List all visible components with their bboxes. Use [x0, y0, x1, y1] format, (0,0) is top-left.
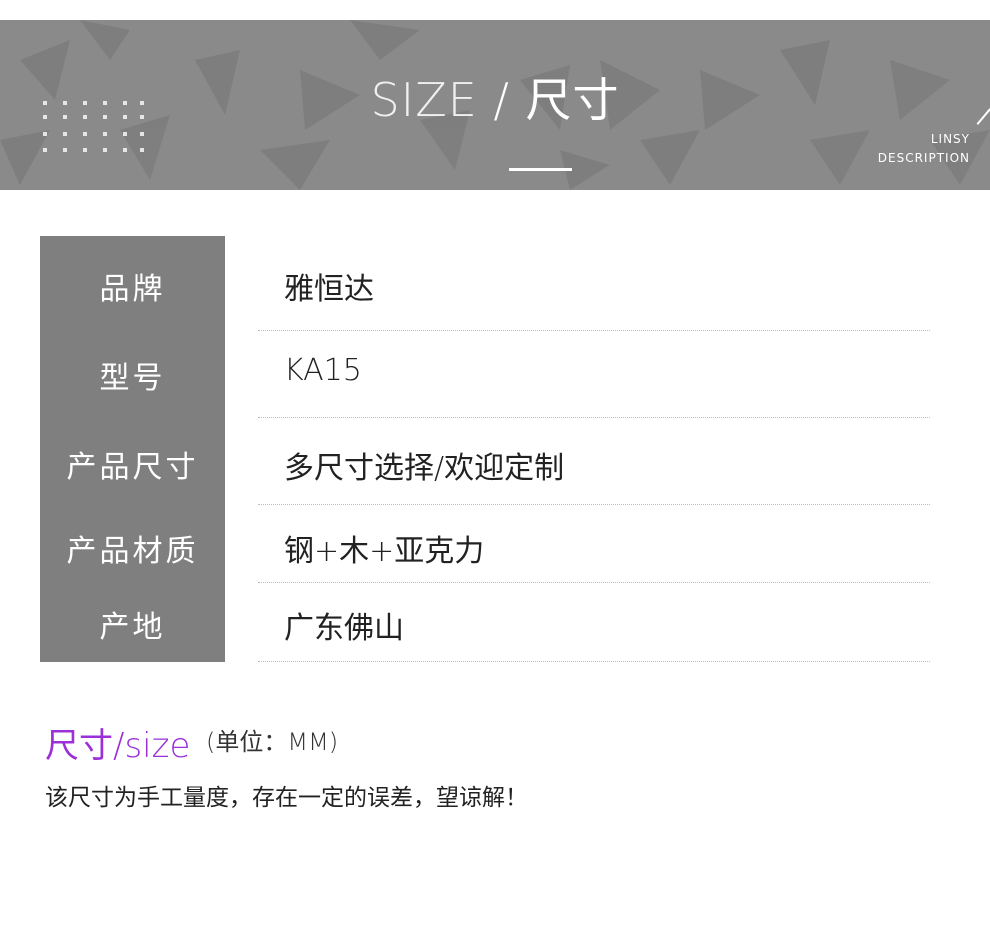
banner-title-cn: 尺寸	[525, 73, 620, 127]
size-unit-label: (单位：MM)	[206, 728, 339, 756]
spec-divider	[258, 582, 930, 583]
banner-brand-text: LINSY DESCRIPTION	[878, 130, 970, 168]
spec-divider	[258, 417, 930, 418]
spec-label-material: 产品材质	[66, 534, 199, 569]
spec-value-model: KA15	[284, 353, 362, 388]
spec-divider	[258, 330, 930, 331]
banner-title-en: SIZE	[370, 73, 478, 127]
size-section-heading: 尺寸/size	[45, 726, 191, 766]
spec-label-size: 产品尺寸	[66, 450, 199, 485]
spec-value-origin: 广东佛山	[284, 611, 404, 646]
size-disclaimer-note: 该尺寸为手工量度，存在一定的误差，望谅解！	[45, 785, 528, 811]
header-banner: SIZE / 尺寸 LINSY DESCRIPTION	[0, 20, 990, 190]
spec-value-brand: 雅恒达	[284, 272, 374, 307]
spec-label-brand: 品牌	[99, 272, 166, 307]
spec-label-model: 型号	[99, 361, 166, 396]
spec-label-column: 品牌 型号 产品尺寸 产品材质 产地	[40, 236, 225, 662]
spec-value-size: 多尺寸选择/欢迎定制	[284, 451, 565, 486]
banner-title: SIZE / 尺寸	[0, 64, 990, 130]
banner-title-separator: /	[493, 73, 510, 127]
spec-divider	[258, 661, 930, 662]
spec-value-material: 钢+木+亚克力	[284, 534, 485, 569]
banner-underline	[509, 168, 572, 171]
spec-divider	[258, 504, 930, 505]
spec-label-origin: 产地	[99, 610, 166, 645]
banner-brand-line1: LINSY	[930, 132, 970, 146]
banner-brand-line2: DESCRIPTION	[877, 151, 970, 165]
